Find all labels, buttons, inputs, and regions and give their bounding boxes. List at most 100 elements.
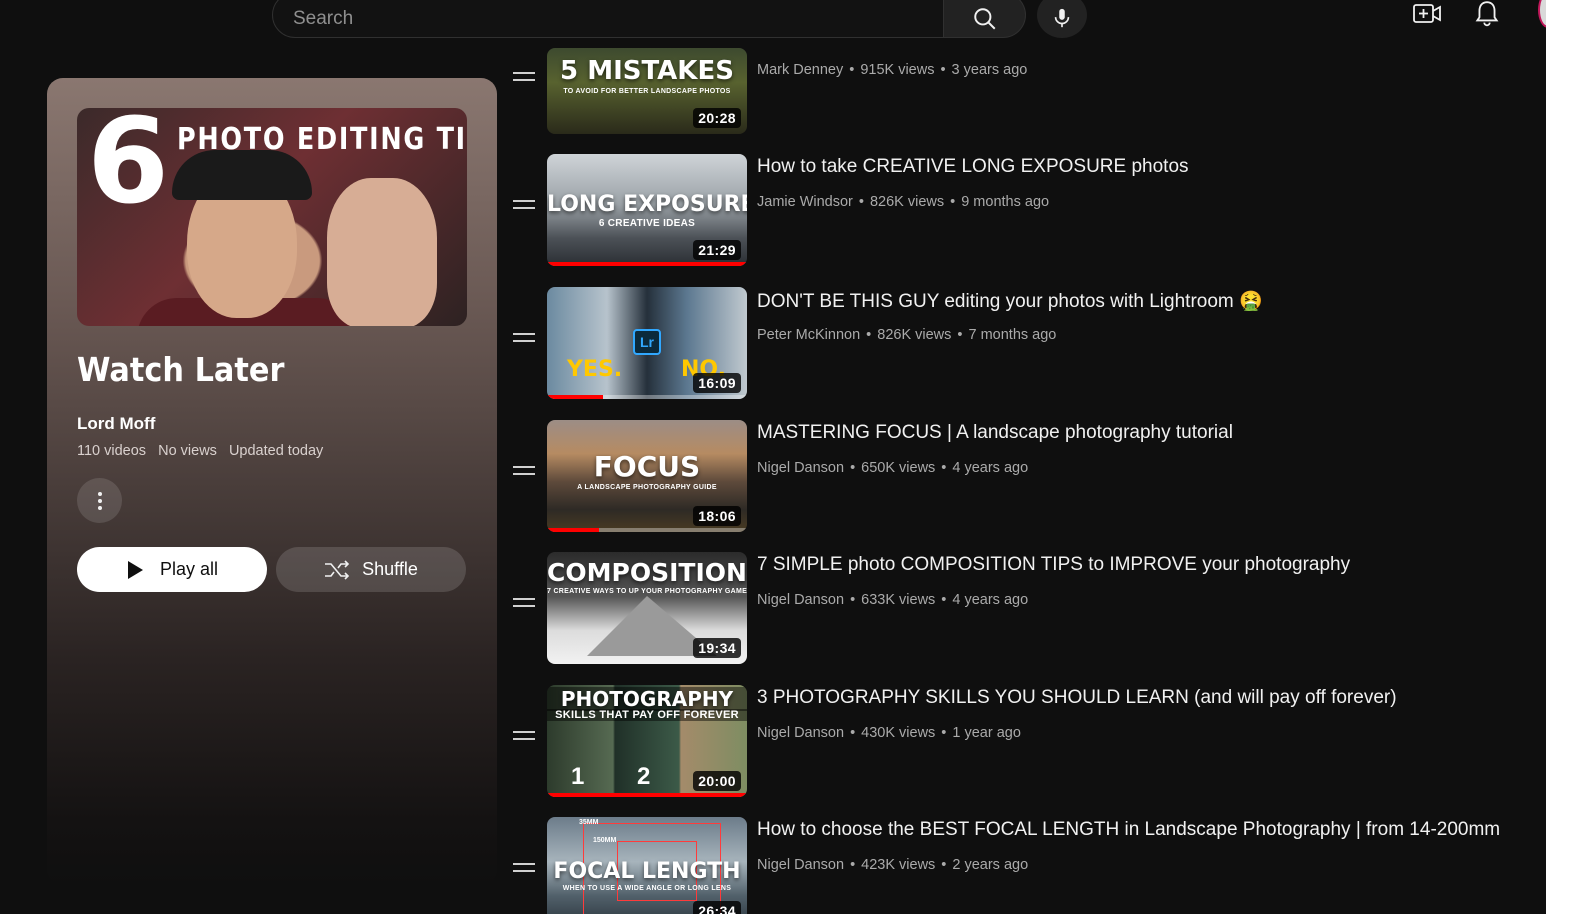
upload-age: 4 years ago: [952, 460, 1029, 476]
thumb-text: 5 MISTAKES: [560, 56, 734, 86]
play-icon: [127, 560, 143, 579]
video-item[interactable]: 35MM 150MM FOCAL LENGTH WHEN TO USE A WI…: [505, 817, 1545, 914]
video-item[interactable]: FOCUS A LANDSCAPE PHOTOGRAPHY GUIDE 18:0…: [505, 420, 1545, 532]
playlist-video-count: 110 videos: [77, 443, 147, 459]
channel-name[interactable]: Peter McKinnon: [757, 327, 860, 343]
channel-name[interactable]: Jamie Windsor: [757, 194, 853, 210]
video-thumbnail[interactable]: 35MM 150MM FOCAL LENGTH WHEN TO USE A WI…: [547, 817, 747, 914]
video-item[interactable]: COMPOSITION 7 CREATIVE WAYS TO UP YOUR P…: [505, 552, 1545, 664]
video-meta: Nigel Danson • 650K views • 4 years ago: [757, 460, 1029, 476]
play-all-label: Play all: [159, 559, 219, 579]
video-thumbnail[interactable]: COMPOSITION 7 CREATIVE WAYS TO UP YOUR P…: [547, 552, 747, 664]
playlist-owner[interactable]: Lord Moff: [77, 414, 155, 434]
video-duration: 19:34: [693, 638, 741, 658]
drag-handle-icon[interactable]: [513, 466, 535, 476]
playlist-thumbnail[interactable]: 6 PHOTO EDITING TIPS: [77, 108, 467, 326]
thumb-text: PHOTOGRAPHY: [547, 687, 747, 711]
thumb-tag-35mm: 35MM: [579, 819, 599, 826]
watch-progress-bar: [547, 528, 599, 532]
thumb-headline: PHOTO EDITING TIPS: [177, 122, 467, 157]
thumb-yes-label: YES.: [567, 357, 623, 382]
playlist-updated: Updated today: [228, 443, 324, 459]
video-thumbnail[interactable]: FOCUS A LANDSCAPE PHOTOGRAPHY GUIDE 18:0…: [547, 420, 747, 532]
video-item[interactable]: PHOTOGRAPHY SKILLS THAT PAY OFF FOREVER …: [505, 685, 1545, 797]
thumb-subtext: A LANDSCAPE PHOTOGRAPHY GUIDE: [577, 484, 717, 491]
upload-age: 7 months ago: [968, 327, 1057, 343]
video-duration: 20:28: [693, 108, 741, 128]
thumb-text: FOCAL LENGTH: [553, 859, 741, 884]
video-thumbnail[interactable]: 5 MISTAKES TO AVOID FOR BETTER LANDSCAPE…: [547, 48, 747, 134]
more-vertical-icon: [97, 491, 102, 510]
view-count: 430K views: [861, 725, 936, 741]
page-edge: [1546, 0, 1585, 914]
thumb-subtext: 6 CREATIVE IDEAS: [598, 218, 696, 229]
drag-handle-icon[interactable]: [513, 598, 535, 608]
playlist-title: Watch Later: [77, 350, 285, 389]
video-meta: Nigel Danson • 633K views • 4 years ago: [757, 592, 1029, 608]
video-duration: 26:34: [693, 901, 741, 914]
drag-handle-icon[interactable]: [513, 863, 535, 873]
video-meta: Nigel Danson • 423K views • 2 years ago: [757, 857, 1029, 873]
shuffle-button[interactable]: Shuffle: [276, 547, 466, 592]
drag-handle-icon[interactable]: [513, 200, 535, 210]
thumb-tag-150mm: 150MM: [593, 837, 617, 844]
upload-age: 9 months ago: [961, 194, 1050, 210]
lightroom-badge: Lr: [633, 329, 661, 355]
more-actions-button[interactable]: [77, 478, 122, 523]
thumb-text: LONG EXPOSURE: [547, 192, 747, 217]
view-count: 650K views: [861, 460, 936, 476]
upload-age: 2 years ago: [952, 857, 1029, 873]
video-duration: 20:00: [693, 771, 741, 791]
thumb-text: COMPOSITION: [547, 558, 747, 587]
thumb-subtext: SKILLS THAT PAY OFF FOREVER: [547, 709, 747, 721]
view-count: 633K views: [861, 592, 936, 608]
channel-name[interactable]: Nigel Danson: [757, 725, 844, 741]
watch-progress-bar: [547, 395, 603, 399]
video-title[interactable]: DON'T BE THIS GUY editing your photos wi…: [757, 289, 1263, 313]
thumb-figure-cap: [172, 150, 312, 200]
video-meta: Mark Denney • 915K views • 3 years ago: [757, 62, 1028, 78]
thumb-text: FOCUS: [593, 450, 701, 483]
channel-name[interactable]: Nigel Danson: [757, 857, 844, 873]
video-thumbnail[interactable]: PHOTOGRAPHY SKILLS THAT PAY OFF FOREVER …: [547, 685, 747, 797]
video-thumbnail[interactable]: LONG EXPOSURE 6 CREATIVE IDEAS 21:29: [547, 154, 747, 266]
thumb-subtext: 7 CREATIVE WAYS TO UP YOUR PHOTOGRAPHY G…: [547, 588, 747, 595]
upload-age: 4 years ago: [952, 592, 1029, 608]
video-title[interactable]: 7 SIMPLE photo COMPOSITION TIPS to IMPRO…: [757, 554, 1350, 576]
video-meta: Nigel Danson • 430K views • 1 year ago: [757, 725, 1021, 741]
view-count: 423K views: [861, 857, 936, 873]
channel-name[interactable]: Nigel Danson: [757, 460, 844, 476]
shuffle-label: Shuffle: [362, 559, 418, 579]
video-title[interactable]: MASTERING FOCUS | A landscape photograph…: [757, 422, 1233, 444]
drag-handle-icon[interactable]: [513, 72, 535, 82]
video-duration: 18:06: [693, 506, 741, 526]
drag-handle-icon[interactable]: [513, 333, 535, 343]
thumb-big-number: 6: [87, 108, 170, 230]
video-item[interactable]: Lr YES. NO. 16:09 DON'T BE THIS GUY edit…: [505, 287, 1545, 399]
watch-progress-bar: [547, 262, 747, 266]
thumb-subtext: WHEN TO USE A WIDE ANGLE OR LONG LENS: [562, 885, 732, 892]
video-title[interactable]: 3 PHOTOGRAPHY SKILLS YOU SHOULD LEARN (a…: [757, 687, 1397, 709]
view-count: 826K views: [877, 327, 952, 343]
watch-progress-bar: [547, 793, 747, 797]
video-meta: Jamie Windsor • 826K views • 9 months ago: [757, 194, 1050, 210]
video-title[interactable]: How to choose the BEST FOCAL LENGTH in L…: [757, 819, 1500, 841]
channel-name[interactable]: Mark Denney: [757, 62, 843, 78]
thumb-figure-hand: [327, 178, 437, 326]
video-duration: 21:29: [693, 240, 741, 260]
video-list: 5 MISTAKES TO AVOID FOR BETTER LANDSCAPE…: [505, 0, 1545, 914]
video-item[interactable]: LONG EXPOSURE 6 CREATIVE IDEAS 21:29 How…: [505, 154, 1545, 266]
video-title[interactable]: How to take CREATIVE LONG EXPOSURE photo…: [757, 156, 1189, 178]
playlist-header-panel: 6 PHOTO EDITING TIPS Watch Later Lord Mo…: [47, 78, 497, 886]
playlist-stats: 110 videos No views Updated today: [77, 443, 331, 459]
video-item[interactable]: 5 MISTAKES TO AVOID FOR BETTER LANDSCAPE…: [505, 22, 1545, 134]
drag-handle-icon[interactable]: [513, 731, 535, 741]
channel-name[interactable]: Nigel Danson: [757, 592, 844, 608]
video-meta: Peter McKinnon • 826K views • 7 months ago: [757, 327, 1057, 343]
thumb-subtext: TO AVOID FOR BETTER LANDSCAPE PHOTOS: [563, 88, 731, 95]
view-count: 826K views: [869, 194, 945, 210]
video-thumbnail[interactable]: Lr YES. NO. 16:09: [547, 287, 747, 399]
play-all-button[interactable]: Play all: [77, 547, 267, 592]
view-count: 915K views: [860, 62, 935, 78]
thumb-number-1: 1: [571, 763, 585, 790]
